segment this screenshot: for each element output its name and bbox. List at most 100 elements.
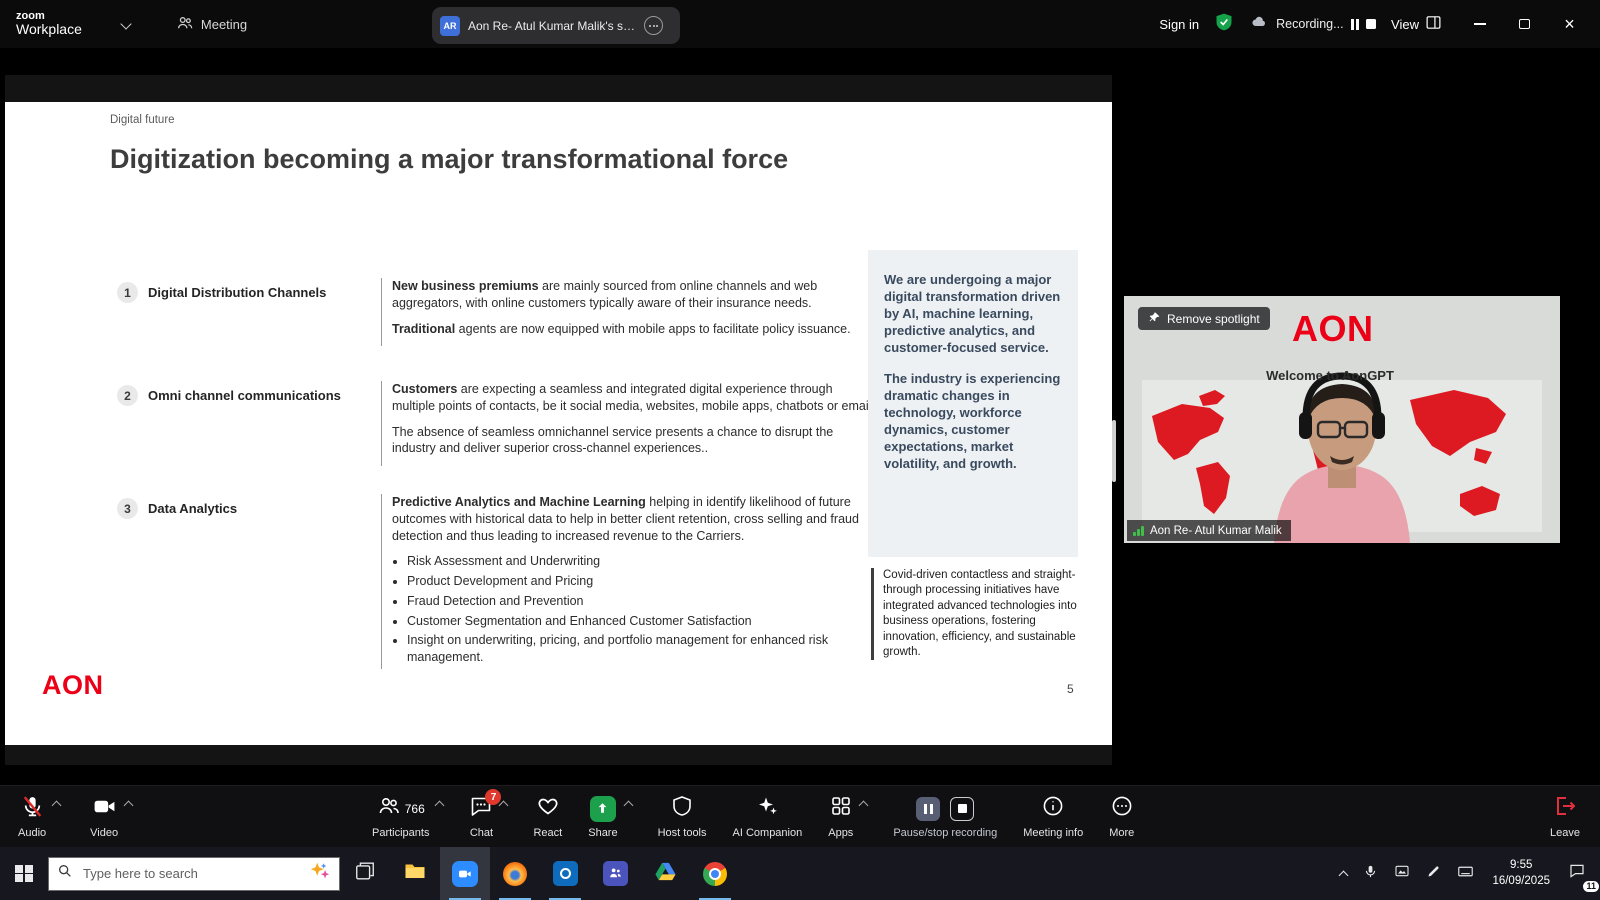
taskbar-clock[interactable]: 9:55 16/09/2025 (1482, 858, 1560, 889)
minimize-icon (1474, 23, 1486, 25)
google-drive-app[interactable] (640, 847, 690, 900)
people-icon (176, 14, 194, 35)
search-input[interactable] (81, 865, 301, 882)
outlook-icon (553, 861, 578, 886)
participant-name-label: Aon Re- Atul Kumar Malik (1127, 520, 1291, 541)
apps-button[interactable]: Apps (828, 789, 867, 845)
zoom-workplace-logo: zoom Workplace (16, 11, 82, 37)
titlebar-right-controls: Sign in Recording... View (1159, 0, 1600, 48)
slide-item-heading: Omni channel communications (148, 388, 373, 403)
firefox-app[interactable] (490, 847, 540, 900)
audio-label: Audio (18, 827, 46, 839)
slide-title: Digitization becoming a major transforma… (110, 144, 788, 175)
slide-item-body: Customers are expecting a seamless and i… (381, 381, 877, 466)
chat-button[interactable]: 7 Chat (469, 789, 507, 845)
maximize-icon (1519, 19, 1530, 29)
stop-recording-button[interactable] (950, 797, 974, 821)
slide-callout-box: We are undergoing a major digital transf… (868, 250, 1078, 557)
stop-recording-icon[interactable] (1366, 19, 1376, 29)
notification-center-button[interactable]: 11 (1560, 847, 1600, 900)
search-icon (57, 863, 73, 884)
tray-microphone-button[interactable] (1355, 847, 1386, 900)
maximize-button[interactable] (1502, 0, 1547, 48)
video-button[interactable]: Video (90, 789, 132, 845)
tab-meeting[interactable]: Meeting (176, 14, 247, 35)
tray-display-button[interactable] (1386, 847, 1418, 900)
leave-label: Leave (1550, 827, 1580, 839)
slide-paragraph: Traditional agents are now equipped with… (392, 321, 877, 338)
slide-paragraph: Predictive Analytics and Machine Learnin… (392, 494, 877, 544)
host-tools-button[interactable]: Host tools (658, 789, 707, 845)
firefox-icon (503, 862, 527, 886)
slide-item-body: Predictive Analytics and Machine Learnin… (381, 494, 877, 669)
pause-recording-icon[interactable] (1351, 19, 1360, 30)
view-button-label: View (1391, 17, 1419, 32)
taskbar-search[interactable] (48, 857, 340, 891)
tray-touch-keyboard-button[interactable] (1449, 847, 1482, 900)
participants-options-chevron-icon[interactable] (435, 801, 445, 811)
apps-options-chevron-icon[interactable] (859, 801, 869, 811)
slide-paragraph: Customers are expecting a seamless and i… (392, 381, 877, 415)
tray-pen-button[interactable] (1418, 847, 1449, 900)
audio-options-chevron-icon[interactable] (52, 801, 62, 811)
pause-stop-recording-label: Pause/stop recording (893, 827, 997, 839)
chrome-app[interactable] (690, 847, 740, 900)
search-highlights-icon[interactable] (309, 860, 331, 887)
participants-icon (377, 794, 401, 823)
apps-grid-icon (829, 794, 853, 823)
share-screen-icon (590, 796, 616, 822)
slide-bullet: Risk Assessment and Underwriting (407, 553, 877, 570)
connection-signal-icon (1133, 526, 1144, 536)
zoom-app-icon (452, 861, 478, 887)
more-button[interactable]: More (1109, 789, 1134, 845)
pause-recording-button[interactable] (916, 797, 940, 821)
minimize-button[interactable] (1457, 0, 1502, 48)
participants-label: Participants (372, 827, 429, 839)
tray-expand-button[interactable] (1332, 847, 1355, 900)
chevron-down-icon[interactable] (120, 18, 131, 29)
slide-paragraph: The absence of seamless omnichannel serv… (392, 424, 877, 458)
share-button[interactable]: Share (588, 789, 631, 845)
view-button[interactable]: View (1391, 14, 1442, 34)
slide-item-heading: Digital Distribution Channels (148, 285, 373, 300)
task-view-icon (354, 860, 376, 887)
google-drive-icon (654, 860, 677, 888)
welcome-text: Welcome to AonGPT (1124, 368, 1536, 383)
file-explorer-app[interactable] (390, 847, 440, 900)
apps-label: Apps (828, 827, 853, 839)
react-button[interactable]: React (533, 789, 562, 845)
security-shield-icon[interactable] (1214, 12, 1234, 37)
chat-options-chevron-icon[interactable] (499, 801, 509, 811)
participants-count: 766 (405, 802, 425, 816)
chat-unread-badge: 7 (485, 789, 501, 805)
meeting-info-button[interactable]: Meeting info (1023, 789, 1083, 845)
participant-name: Aon Re- Atul Kumar Malik (1150, 525, 1282, 537)
audio-button[interactable]: Audio (18, 789, 60, 845)
shield-icon (670, 794, 694, 823)
video-options-chevron-icon[interactable] (124, 801, 134, 811)
start-button[interactable] (0, 847, 48, 900)
tab-options-icon[interactable] (644, 16, 663, 35)
tab-shared-screen-label: Aon Re- Atul Kumar Malik's scree (468, 19, 636, 33)
outlook-app[interactable] (540, 847, 590, 900)
zoom-app[interactable] (440, 847, 490, 900)
slide-page-number: 5 (1067, 682, 1074, 696)
scrollbar-thumb[interactable] (1112, 420, 1116, 482)
slide-bullet: Customer Segmentation and Enhanced Custo… (407, 613, 877, 630)
workplace-logo-text: Workplace (16, 22, 82, 37)
remove-spotlight-button[interactable]: Remove spotlight (1138, 307, 1270, 330)
tab-shared-screen[interactable]: AR Aon Re- Atul Kumar Malik's scree (432, 7, 680, 44)
close-button[interactable]: × (1547, 0, 1592, 48)
recording-status: Recording... (1249, 14, 1376, 35)
react-label: React (533, 827, 562, 839)
task-view-button[interactable] (340, 847, 390, 900)
close-icon: × (1564, 15, 1575, 33)
touch-keyboard-icon (1457, 863, 1474, 885)
ai-companion-button[interactable]: AI Companion (733, 789, 803, 845)
spotlight-pin-icon (1148, 311, 1161, 327)
participants-button[interactable]: 766 Participants (372, 789, 443, 845)
leave-button[interactable]: Leave (1550, 789, 1580, 845)
teams-app[interactable] (590, 847, 640, 900)
share-options-chevron-icon[interactable] (623, 801, 633, 811)
sign-in-button[interactable]: Sign in (1159, 17, 1199, 32)
